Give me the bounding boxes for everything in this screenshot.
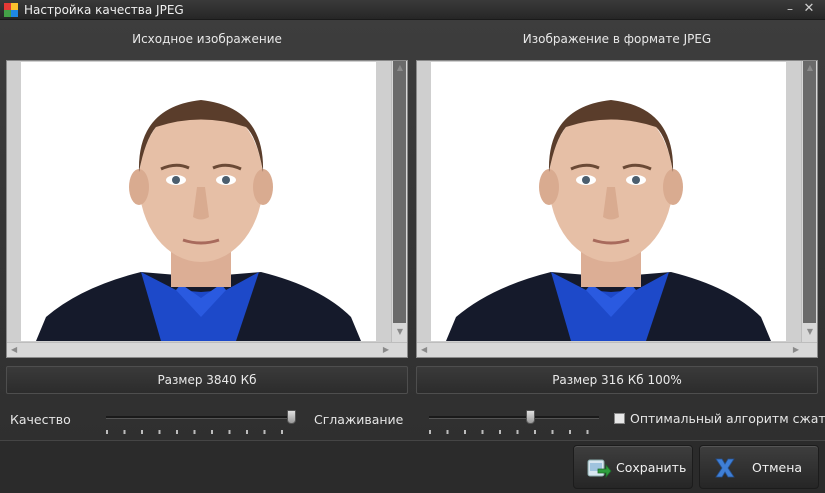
save-button-label: Сохранить — [616, 460, 687, 475]
minimize-button[interactable]: – — [783, 2, 797, 16]
close-button[interactable]: ✕ — [802, 2, 816, 16]
dialog-footer: Сохранить Отмена — [0, 440, 825, 493]
title-bar: Настройка качества JPEG – ✕ — [0, 0, 825, 20]
scroll-down-icon[interactable]: ▼ — [807, 327, 813, 337]
smoothing-slider[interactable] — [429, 408, 599, 436]
slider-ticks — [106, 430, 296, 434]
vertical-scrollbar[interactable]: ▲ ▼ — [801, 61, 817, 342]
scroll-down-icon[interactable]: ▼ — [397, 327, 403, 337]
scroll-up-icon[interactable]: ▲ — [397, 63, 403, 73]
vertical-scrollbar[interactable]: ▲ ▼ — [391, 61, 407, 342]
portrait-image — [21, 62, 376, 341]
dialog-body: Исходное изображение Изображение в форма… — [0, 20, 825, 440]
horizontal-scrollbar[interactable]: ◀ ▶ — [7, 342, 407, 357]
original-size-label: Размер 3840 Кб — [6, 366, 408, 394]
optimal-compression-label[interactable]: Оптимальный алгоритм сжатия — [630, 411, 825, 426]
quality-slider[interactable] — [106, 408, 296, 436]
jpeg-photo — [431, 62, 786, 341]
horizontal-scrollbar[interactable]: ◀ ▶ — [417, 342, 817, 357]
app-logo-icon — [4, 3, 18, 17]
cancel-x-icon — [715, 458, 735, 478]
slider-track — [106, 416, 296, 419]
slider-handle[interactable] — [526, 410, 535, 424]
save-button[interactable]: Сохранить — [573, 445, 693, 489]
scroll-up-icon[interactable]: ▲ — [807, 63, 813, 73]
scroll-right-icon[interactable]: ▶ — [793, 345, 799, 355]
original-photo — [21, 62, 376, 341]
portrait-image — [431, 62, 786, 341]
smoothing-label: Сглаживание — [314, 412, 404, 427]
jpeg-image-viewer[interactable]: ▲ ▼ ◀ ▶ — [416, 60, 818, 358]
scroll-left-icon[interactable]: ◀ — [421, 345, 427, 355]
scroll-thumb[interactable] — [393, 61, 406, 323]
window-title: Настройка качества JPEG — [24, 3, 184, 17]
optimal-compression-checkbox[interactable] — [614, 413, 625, 424]
slider-track — [429, 416, 599, 419]
cancel-button-label: Отмена — [752, 460, 803, 475]
slider-handle[interactable] — [287, 410, 296, 424]
slider-ticks — [429, 430, 599, 434]
scroll-thumb[interactable] — [803, 61, 816, 323]
scroll-right-icon[interactable]: ▶ — [383, 345, 389, 355]
original-image-caption: Исходное изображение — [132, 32, 282, 46]
quality-label: Качество — [10, 412, 71, 427]
original-image-viewer[interactable]: ▲ ▼ ◀ ▶ — [6, 60, 408, 358]
save-export-icon — [587, 459, 612, 479]
scroll-left-icon[interactable]: ◀ — [11, 345, 17, 355]
jpeg-image-caption: Изображение в формате JPEG — [522, 32, 712, 46]
cancel-button[interactable]: Отмена — [699, 445, 819, 489]
jpeg-size-label: Размер 316 Кб 100% — [416, 366, 818, 394]
